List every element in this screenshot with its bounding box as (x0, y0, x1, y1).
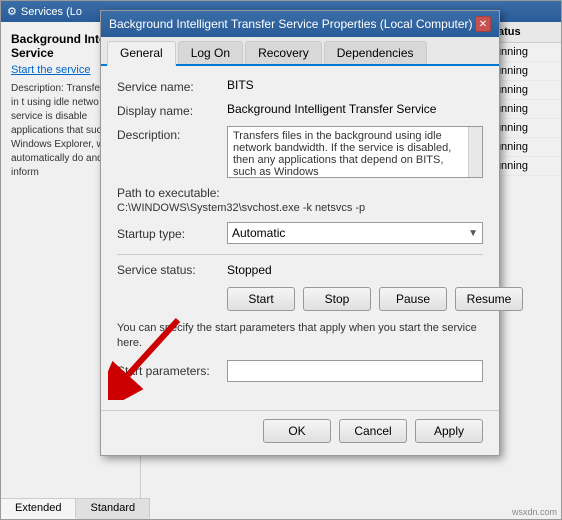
service-name-value: BITS (227, 78, 483, 92)
start-button[interactable]: Start (227, 287, 295, 311)
tab-recovery[interactable]: Recovery (245, 41, 322, 64)
divider (117, 254, 483, 255)
ok-button[interactable]: OK (263, 419, 331, 443)
properties-dialog: Background Intelligent Transfer Service … (100, 10, 500, 456)
tab-standard[interactable]: Standard (76, 499, 150, 519)
services-window-title: Services (Lo (21, 6, 82, 18)
tab-logon[interactable]: Log On (178, 41, 243, 64)
service-status-row: Service status: Stopped (117, 263, 483, 277)
start-parameters-row: Start parameters: (117, 360, 483, 382)
service-name-row: Service name: BITS (117, 78, 483, 94)
start-parameters-input[interactable] (227, 360, 483, 382)
start-parameters-label: Start parameters: (117, 364, 227, 378)
description-text: Transfers files in the background using … (233, 130, 477, 178)
display-name-label: Display name: (117, 102, 227, 118)
dialog-titlebar: Background Intelligent Transfer Service … (101, 11, 499, 37)
watermark: wsxdn.com (512, 507, 557, 517)
chevron-down-icon: ▼ (468, 228, 478, 239)
startup-type-value: Automatic (232, 226, 285, 240)
dialog-footer: OK Cancel Apply (101, 410, 499, 455)
apply-button[interactable]: Apply (415, 419, 483, 443)
dialog-tabs: General Log On Recovery Dependencies (101, 37, 499, 66)
startup-type-row: Startup type: Automatic ▼ (117, 222, 483, 244)
description-label: Description: (117, 126, 227, 142)
dialog-title: Background Intelligent Transfer Service … (109, 17, 473, 31)
service-status-label: Service status: (117, 263, 227, 277)
close-button[interactable]: ✕ (475, 16, 491, 32)
service-control-buttons: Start Stop Pause Resume (117, 287, 483, 311)
tab-extended[interactable]: Extended (1, 499, 76, 519)
display-name-row: Display name: Background Intelligent Tra… (117, 102, 483, 118)
resume-button[interactable]: Resume (455, 287, 523, 311)
service-name-label: Service name: (117, 78, 227, 94)
pause-button[interactable]: Pause (379, 287, 447, 311)
display-name-value: Background Intelligent Transfer Service (227, 102, 483, 116)
service-status-value: Stopped (227, 263, 272, 277)
cancel-button[interactable]: Cancel (339, 419, 407, 443)
description-box[interactable]: Transfers files in the background using … (227, 126, 483, 178)
tab-general[interactable]: General (107, 41, 176, 66)
description-scrollbar[interactable] (468, 127, 482, 177)
bottom-tabs: Extended Standard (1, 498, 150, 519)
startup-type-select[interactable]: Automatic ▼ (227, 222, 483, 244)
description-row: Description: Transfers files in the back… (117, 126, 483, 178)
tab-dependencies[interactable]: Dependencies (324, 41, 427, 64)
path-value: C:\WINDOWS\System32\svchost.exe -k netsv… (117, 202, 483, 214)
startup-type-label: Startup type: (117, 225, 227, 241)
stop-button[interactable]: Stop (303, 287, 371, 311)
params-help-text: You can specify the start parameters tha… (117, 321, 483, 352)
path-label: Path to executable: (117, 186, 483, 200)
services-window-icon: ⚙ (7, 5, 17, 18)
dialog-body: Service name: BITS Display name: Backgro… (101, 66, 499, 410)
